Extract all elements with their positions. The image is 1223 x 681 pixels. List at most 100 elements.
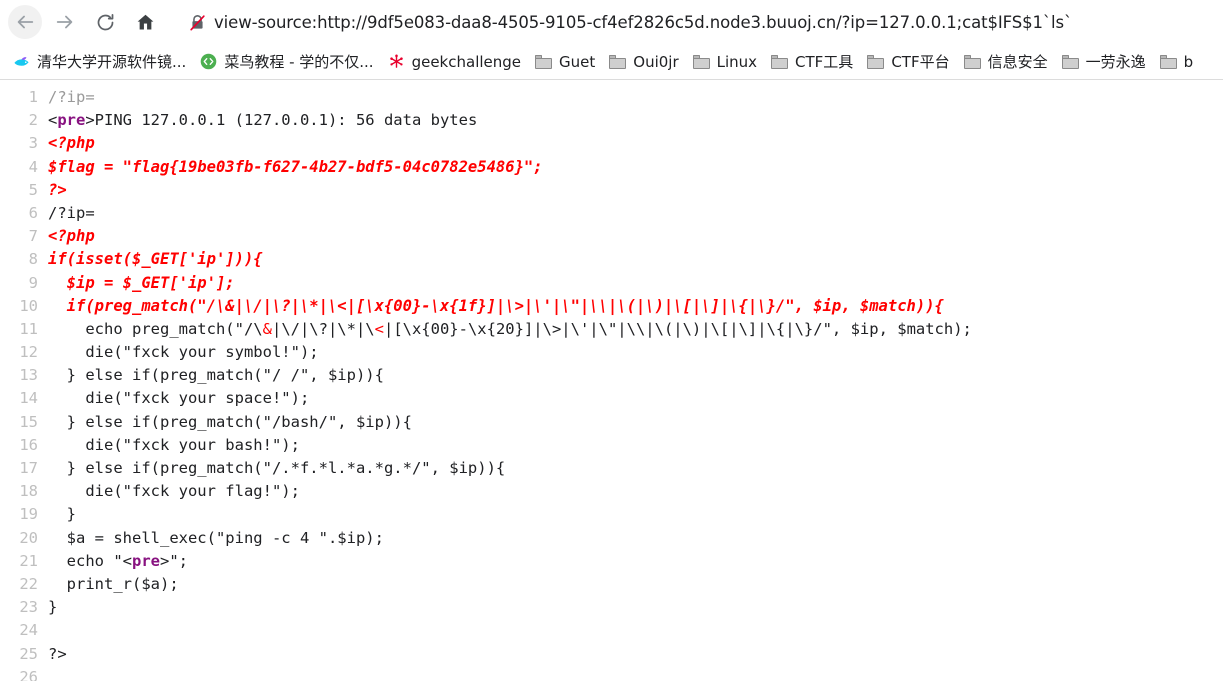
code-line: 17 } else if(preg_match("/.*f.*l.*a.*g.*… <box>0 457 1223 480</box>
code-text: echo preg_match("/\&|\/|\?|\*|\<|[\x{00}… <box>48 319 972 338</box>
line-number: 13 <box>19 366 38 385</box>
bookmark-label: geekchallenge <box>411 52 522 71</box>
bookmark-label: Linux <box>716 52 758 71</box>
line-number: 21 <box>19 551 38 570</box>
line-number: 20 <box>19 528 38 547</box>
address-bar[interactable]: view-source:http://9df5e083-daa8-4505-91… <box>182 7 1211 37</box>
reload-icon <box>97 13 113 30</box>
code-line: 20 $a = shell_exec("ping -c 4 ".$ip); <box>0 527 1223 550</box>
folder-icon <box>535 53 553 70</box>
code-text: print_r($a); <box>48 574 179 593</box>
code-line: 11 echo preg_match("/\&|\/|\?|\*|\<|[\x{… <box>0 318 1223 341</box>
code-line: 19 } <box>0 503 1223 526</box>
line-number: 24 <box>19 621 38 640</box>
code-text: } else if(preg_match("/bash/", $ip)){ <box>48 412 412 431</box>
code-text: if(isset($_GET['ip'])){ <box>48 250 263 269</box>
line-number: 26 <box>19 667 38 681</box>
code-text: /?ip= <box>48 203 95 222</box>
forward-button[interactable] <box>48 5 82 39</box>
line-number: 18 <box>19 482 38 501</box>
bookmark-folder-truncated[interactable]: b <box>1153 49 1201 75</box>
folder-icon <box>1159 53 1177 70</box>
line-number: 1 <box>28 88 38 106</box>
bookmark-item[interactable]: 清华大学开源软件镜... <box>6 49 193 75</box>
code-line: 14 die("fxck your space!"); <box>0 387 1223 410</box>
whale-icon <box>13 53 30 70</box>
line-number: 2 <box>28 111 38 130</box>
bookmark-label: 一劳永逸 <box>1085 53 1146 71</box>
home-icon <box>137 14 153 29</box>
code-line: 10 if(preg_match("/\&|\/|\?|\*|\<|[\x{00… <box>0 295 1223 318</box>
bookmark-folder-once-and-for-all[interactable]: 一劳永逸 <box>1055 49 1153 75</box>
code-line: 26 <box>0 666 1223 681</box>
bookmark-folder-ctf-platform[interactable]: CTF平台 <box>860 49 956 75</box>
code-line: 9 $ip = $_GET['ip']; <box>0 272 1223 295</box>
code-text: } <box>48 505 76 524</box>
line-number: 25 <box>19 644 38 663</box>
code-line: 6 /?ip= <box>0 202 1223 225</box>
code-text: die("fxck your symbol!"); <box>48 343 319 362</box>
code-text: $a = shell_exec("ping -c 4 ".$ip); <box>48 528 384 547</box>
folder-icon <box>867 53 885 70</box>
back-arrow-icon <box>17 15 34 29</box>
code-line: 12 die("fxck your symbol!"); <box>0 341 1223 364</box>
not-secure-lock-icon[interactable] <box>182 13 212 32</box>
code-text: $ip = $_GET['ip']; <box>48 273 235 292</box>
line-number: 9 <box>28 273 38 292</box>
bookmark-folder-ctf-tools[interactable]: CTF工具 <box>764 49 860 75</box>
line-number: 23 <box>19 598 38 617</box>
code-text: die("fxck your space!"); <box>48 389 310 408</box>
line-number: 12 <box>19 343 38 362</box>
reload-button[interactable] <box>88 5 122 39</box>
code-text: ?> <box>48 180 67 199</box>
bookmark-item[interactable]: 菜鸟教程 - 学的不仅... <box>193 49 380 75</box>
line-number: 6 <box>28 203 38 222</box>
line-number: 22 <box>19 574 38 593</box>
code-line: 16 die("fxck your bash!"); <box>0 434 1223 457</box>
source-code-listing: 1 /?ip= 2 <pre>PING 127.0.0.1 (127.0.0.1): … <box>0 80 1223 681</box>
bookmark-folder-guet[interactable]: Guet <box>528 49 602 75</box>
bookmark-label: 菜鸟教程 - 学的不仅... <box>224 53 374 71</box>
home-button[interactable] <box>128 5 162 39</box>
folder-icon <box>609 53 627 70</box>
bookmark-label: CTF平台 <box>891 53 950 71</box>
line-number: 3 <box>28 134 38 153</box>
bookmark-label: 清华大学开源软件镜... <box>37 53 187 71</box>
code-text: } else if(preg_match("/ /", $ip)){ <box>48 366 384 385</box>
code-text: if(preg_match("/\&|\/|\?|\*|\<|[\x{00}-\… <box>48 296 944 315</box>
bookmark-label: b <box>1183 52 1194 71</box>
folder-icon <box>1061 53 1079 70</box>
code-line: 18 die("fxck your flag!"); <box>0 480 1223 503</box>
code-line: 24 <box>0 619 1223 642</box>
line-number: 17 <box>19 459 38 477</box>
line-number: 14 <box>19 389 38 408</box>
folder-icon <box>692 53 710 70</box>
line-number: 15 <box>19 412 38 431</box>
bookmark-item[interactable]: geekchallenge <box>381 49 528 75</box>
bookmark-folder-oui0jr[interactable]: Oui0jr <box>602 49 685 75</box>
folder-icon <box>963 53 981 70</box>
code-text: echo "<pre>"; <box>48 551 188 570</box>
code-line: 5 ?> <box>0 179 1223 202</box>
code-line: 8 if(isset($_GET['ip'])){ <box>0 248 1223 271</box>
line-number: 16 <box>19 435 38 454</box>
code-line: 25 ?> <box>0 643 1223 666</box>
url-text[interactable]: view-source:http://9df5e083-daa8-4505-91… <box>212 13 1072 32</box>
line-number: 4 <box>28 157 38 176</box>
line-number: 19 <box>19 505 38 524</box>
firework-icon <box>388 53 405 70</box>
code-text: /?ip= <box>48 88 95 106</box>
bookmark-folder-linux[interactable]: Linux <box>686 49 764 75</box>
code-text: } <box>48 598 58 617</box>
code-text: <?php <box>48 227 95 246</box>
bookmark-label: Oui0jr <box>633 52 679 71</box>
code-text: <?php <box>48 134 95 153</box>
code-text: die("fxck your bash!"); <box>48 435 300 454</box>
line-number: 8 <box>28 250 38 269</box>
view-source-pane[interactable]: 1 /?ip= 2 <pre>PING 127.0.0.1 (127.0.0.1): … <box>0 80 1223 681</box>
bookmark-folder-infosec[interactable]: 信息安全 <box>957 49 1055 75</box>
bookmark-label: Guet <box>559 52 596 71</box>
code-line: 4 $flag = "flag{19be03fb-f627-4b27-bdf5-0… <box>0 156 1223 179</box>
back-button[interactable] <box>8 5 42 39</box>
line-number: 11 <box>19 319 38 338</box>
